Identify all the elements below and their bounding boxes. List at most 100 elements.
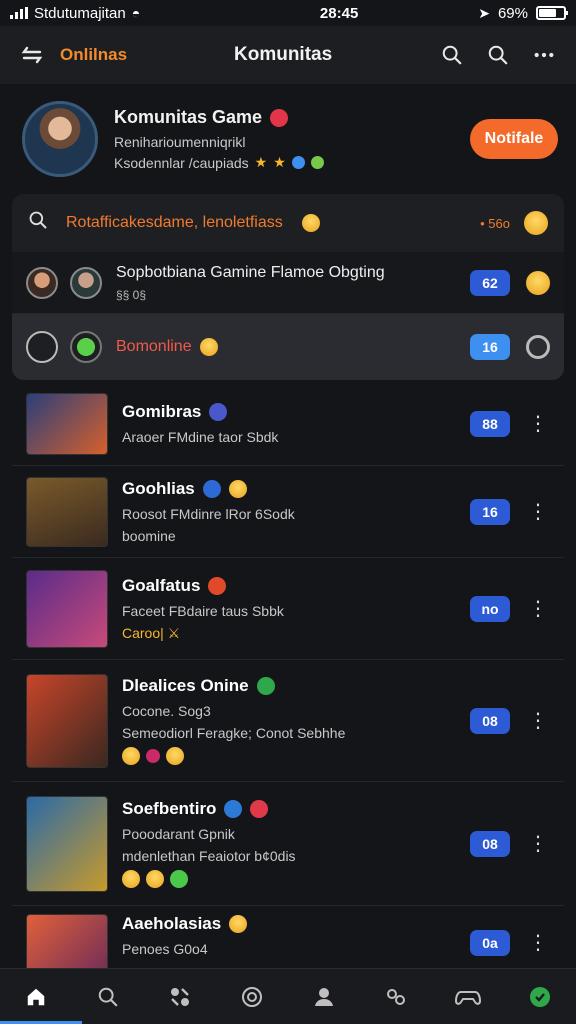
- community-profile: Komunitas Game Reniharioumenniqrikl Ksod…: [12, 92, 564, 186]
- emoji-icon: [229, 915, 248, 933]
- game-list-item[interactable]: Gomibras Araoer FMdine taor Sbdk 88 ⋮: [12, 382, 564, 466]
- friends-icon[interactable]: [374, 975, 418, 1019]
- badge-icon: [291, 156, 305, 169]
- count-badge: 08: [470, 830, 510, 857]
- more-icon[interactable]: ⋮: [526, 831, 550, 856]
- page-title: Komunitas: [234, 44, 333, 65]
- badge-icon: [170, 870, 188, 888]
- sort-icon[interactable]: [14, 37, 50, 73]
- avatar: [70, 266, 102, 299]
- more-icon[interactable]: ⋮: [526, 930, 550, 955]
- app-header: Onlilnas Komunitas: [0, 26, 576, 84]
- game-thumbnail: [26, 914, 108, 968]
- header-left-label[interactable]: Onlilnas: [60, 45, 210, 65]
- profile-subtitle: Reniharioumenniqrikl: [114, 134, 246, 150]
- game-title: Goohlias: [122, 479, 195, 498]
- bottom-navigation: [0, 968, 576, 1024]
- clock: 28:45: [319, 4, 359, 22]
- emoji-icon: [166, 747, 184, 765]
- emoji-icon: [302, 214, 321, 232]
- count-badge: 88: [470, 410, 510, 437]
- search-icon[interactable]: [86, 975, 130, 1019]
- game-subtitle: Penoes G0o4: [122, 941, 208, 957]
- search-bar[interactable]: Rotafficakesdame, lenoletfiass • 56o: [12, 194, 564, 252]
- game-list-item[interactable]: Dlealices Onine Cocone. Sog3 Semeodiorl …: [12, 660, 564, 782]
- verified-badge-icon: [270, 108, 289, 127]
- count-badge: 08: [470, 707, 510, 734]
- game-list-item[interactable]: Aaeholasias Penoes G0o4 0a ⋮: [12, 906, 564, 968]
- list-item[interactable]: Bomonline 16: [12, 314, 564, 380]
- star-icon: ★: [273, 154, 286, 170]
- more-icon[interactable]: [526, 37, 562, 73]
- badge-icon: [202, 480, 221, 498]
- battery-icon: [536, 6, 568, 20]
- game-subtitle: Faceet FBdaire taus Sbbk: [122, 602, 284, 619]
- profile-name: Komunitas Game: [114, 107, 263, 127]
- badge-icon: [310, 156, 324, 169]
- avatar[interactable]: [22, 101, 98, 177]
- game-title: Aaeholasias: [122, 914, 222, 933]
- emoji-icon: [199, 338, 218, 356]
- more-icon[interactable]: ⋮: [526, 411, 550, 436]
- game-subtitle: Araoer FMdine taor Sbdk: [122, 429, 279, 445]
- notify-button[interactable]: Notifale: [470, 119, 558, 159]
- emoji-icon[interactable]: [524, 211, 548, 235]
- more-icon[interactable]: ⋮: [526, 596, 550, 621]
- search-icon[interactable]: [480, 37, 516, 73]
- game-list-item[interactable]: Soefbentiro Pooodarant Gpnik mdenlethan …: [12, 782, 564, 906]
- game-subtitle-2: Semeodiorl Feragke; Conot Sebhhe: [122, 725, 346, 741]
- count-badge: 16: [470, 334, 510, 360]
- badge-icon: [224, 800, 243, 818]
- list-item-title: Bomonline: [116, 338, 192, 355]
- battery-percent: 69%: [497, 4, 528, 22]
- game-subtitle-2: boomine: [122, 528, 176, 544]
- game-thumbnail: [26, 392, 108, 455]
- home-icon[interactable]: [14, 975, 58, 1019]
- game-title: Dlealices Onine: [122, 676, 249, 695]
- badge-icon: [146, 749, 160, 763]
- profile-subtitle-2: Ksodennlar /caupiads: [114, 154, 249, 171]
- online-icon[interactable]: [518, 975, 562, 1019]
- wifi-icon: ◓: [131, 5, 141, 21]
- signal-icon: [10, 7, 28, 19]
- game-subtitle-2: mdenlethan Feaiotor b¢0dis: [122, 848, 296, 864]
- search-icon[interactable]: [434, 37, 470, 73]
- controller-icon[interactable]: [446, 975, 490, 1019]
- search-count: • 56o: [480, 215, 510, 231]
- badge-icon: [256, 677, 275, 695]
- search-query[interactable]: Rotafficakesdame, lenoletfiass: [66, 214, 302, 232]
- games-icon[interactable]: [158, 975, 202, 1019]
- game-thumbnail: [26, 795, 108, 892]
- game-subtitle: Roosot FMdinre lRor 6Sodk: [122, 506, 295, 522]
- location-icon: ➤: [478, 4, 490, 21]
- game-subtitle: Cocone. Sog3: [122, 703, 211, 719]
- emoji-icon: [122, 747, 140, 765]
- profile-icon[interactable]: [302, 975, 346, 1019]
- online-icon: [70, 331, 102, 363]
- game-list-item[interactable]: Goohlias Roosot FMdinre lRor 6Sodk boomi…: [12, 466, 564, 558]
- badge-icon: [250, 800, 269, 818]
- game-thumbnail: [26, 673, 108, 768]
- emoji-icon[interactable]: [526, 270, 550, 295]
- game-subtitle-2: Caroo| ⚔: [122, 624, 181, 641]
- search-icon: [28, 210, 56, 236]
- game-title: Goalfatus: [122, 575, 201, 595]
- game-title: Gomibras: [122, 402, 202, 421]
- list-item-title: Sopbotbiana Gamine Flamoe Obgting: [116, 263, 385, 281]
- badge-icon: [209, 403, 228, 421]
- game-list-item[interactable]: Goalfatus Faceet FBdaire taus Sbbk Caroo…: [12, 558, 564, 660]
- more-icon[interactable]: ⋮: [526, 708, 550, 733]
- list-item-sub: §§ 0§: [116, 287, 147, 302]
- emoji-icon: [146, 870, 164, 888]
- game-thumbnail: [26, 476, 108, 547]
- chat-icon[interactable]: [230, 975, 274, 1019]
- emoji-icon: [122, 870, 140, 888]
- count-badge: 0a: [470, 930, 510, 956]
- list-item[interactable]: Sopbotbiana Gamine Flamoe Obgting §§ 0§ …: [12, 252, 564, 314]
- count-badge: 62: [470, 269, 510, 296]
- radio-icon[interactable]: [526, 335, 550, 359]
- emoji-icon: [228, 480, 247, 498]
- game-subtitle: Pooodarant Gpnik: [122, 826, 235, 842]
- status-bar: Stdutumajitan ◓ 28:45 ➤ 69%: [0, 0, 576, 26]
- more-icon[interactable]: ⋮: [526, 499, 550, 524]
